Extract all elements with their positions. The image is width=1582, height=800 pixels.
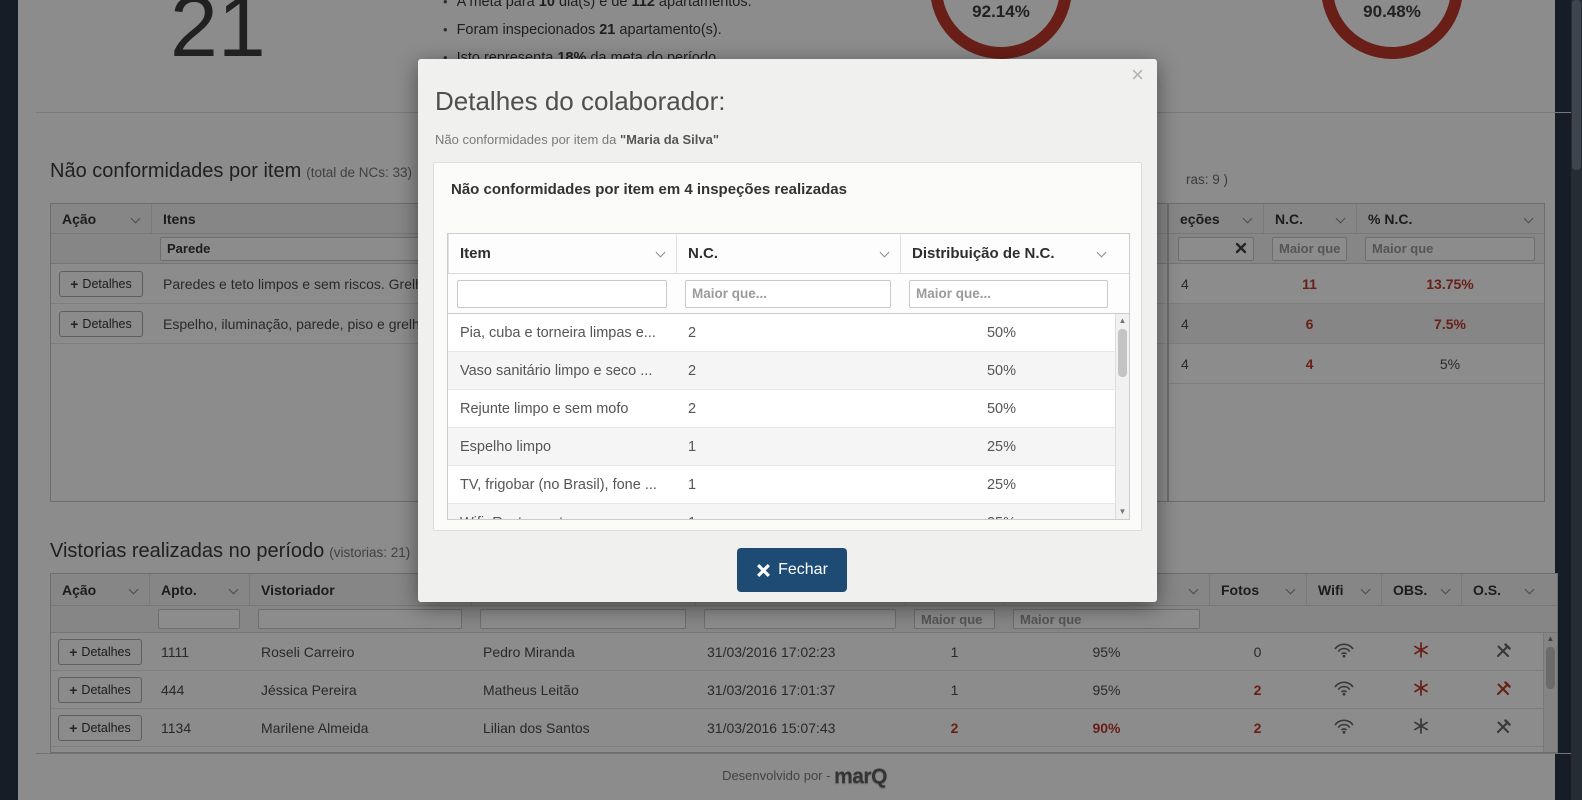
item-cell: Wifi, Restaurante...	[448, 515, 676, 520]
chevron-down-icon	[879, 247, 890, 258]
nc-filter-input[interactable]	[685, 279, 891, 308]
table-row: Rejunte limpo e sem mofo 2 50%	[448, 390, 1129, 428]
table-filter-row	[448, 274, 1129, 314]
scroll-up-icon[interactable]: ▲	[1116, 315, 1129, 327]
nc-cell: 1	[676, 515, 900, 520]
chevron-down-icon	[1096, 247, 1107, 258]
item-cell: TV, frigobar (no Brasil), fone ...	[460, 476, 657, 493]
nc-panel: Não conformidades por item em 4 inspeçõe…	[433, 162, 1142, 531]
column-header-item[interactable]: Item	[448, 234, 676, 273]
modal-title: Detalhes do colaborador:	[435, 86, 726, 116]
distribuicao-cell: 50%	[986, 324, 1017, 341]
close-icon[interactable]: ×	[1131, 62, 1144, 88]
table-row: Espelho limpo 1 25%	[448, 428, 1129, 466]
nc-cell: 1	[688, 476, 697, 493]
item-cell: Espelho limpo	[460, 438, 552, 455]
scroll-down-icon[interactable]: ▼	[1116, 506, 1129, 518]
x-icon	[757, 563, 771, 577]
panel-title: Não conformidades por item em 4 inspeçõe…	[451, 181, 847, 198]
distribuicao-cell: 50%	[986, 362, 1017, 379]
column-header-nc[interactable]: N.C.	[676, 234, 900, 273]
modal-nc-table: Item N.C. Distribuição de N.C. Maior que…	[447, 233, 1130, 520]
table-header-row: Item N.C. Distribuição de N.C.	[448, 234, 1129, 274]
table-scrollbar[interactable]: ▲ ▼	[1115, 314, 1129, 519]
table-row: TV, frigobar (no Brasil), fone ... 1 25%	[448, 466, 1129, 504]
fechar-button[interactable]: Fechar	[737, 548, 847, 592]
nc-cell: 2	[688, 400, 697, 417]
scrollbar-thumb[interactable]	[1118, 329, 1127, 377]
collaborator-name: "Maria da Silva"	[619, 132, 720, 147]
modal-table-viewport: Pia, cuba e torneira limpas e... 2 50% Vaso…	[448, 314, 1129, 519]
item-cell: Rejunte limpo e sem mofo	[460, 400, 629, 417]
modal-subtitle: Não conformidades por item da "Maria da …	[435, 132, 720, 147]
item-filter-input[interactable]	[457, 279, 667, 308]
detalhes-colaborador-modal: × Detalhes do colaborador: Não conformid…	[418, 59, 1157, 602]
distribuicao-cell: 50%	[986, 400, 1017, 417]
item-cell: Pia, cuba e torneira limpas e...	[460, 324, 656, 341]
nc-cell: 1	[688, 438, 697, 455]
table-row: Pia, cuba e torneira limpas e... 2 50%	[448, 314, 1129, 352]
distribuicao-cell: 25%	[900, 515, 1103, 520]
dist-filter-input[interactable]	[909, 279, 1108, 308]
nc-cell: 2	[688, 362, 697, 379]
table-row: Vaso sanitário limpo e seco ... 2 50%	[448, 352, 1129, 390]
chevron-down-icon	[655, 247, 666, 258]
table-row: Wifi, Restaurante...125%	[448, 504, 1129, 519]
dashboard-page: 21 • A meta para 10 dia(s) é de 112 apart…	[0, 0, 1582, 800]
column-header-distribuicao[interactable]: Distribuição de N.C.	[900, 234, 1117, 273]
item-cell: Vaso sanitário limpo e seco ...	[460, 362, 653, 379]
distribuicao-cell: 25%	[986, 476, 1017, 493]
distribuicao-cell: 25%	[986, 438, 1017, 455]
nc-cell: 2	[688, 324, 697, 341]
